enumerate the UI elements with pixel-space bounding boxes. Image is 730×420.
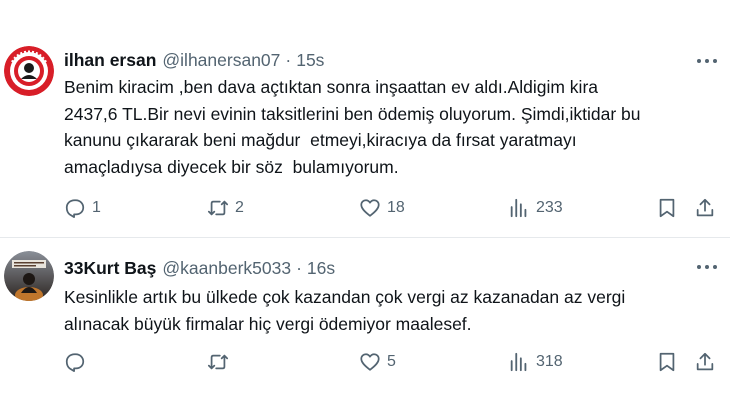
view-count: 233 bbox=[536, 199, 563, 216]
share-icon bbox=[696, 198, 714, 217]
tweet-header: ilhan ersan @ilhanersan07 · 15s bbox=[64, 50, 324, 71]
reply-count: 1 bbox=[92, 199, 101, 216]
share-button[interactable] bbox=[694, 350, 716, 374]
avatar[interactable] bbox=[4, 46, 54, 96]
handle[interactable]: @kaanberk5033 bbox=[162, 258, 291, 279]
more-icon[interactable] bbox=[696, 56, 718, 66]
retweet-button[interactable]: 2 bbox=[207, 196, 244, 220]
views-icon bbox=[510, 198, 527, 218]
like-button[interactable]: 5 bbox=[359, 350, 396, 374]
separator: · bbox=[285, 50, 292, 70]
retweet-icon bbox=[207, 200, 229, 216]
tweet-actions: 1 2 18 233 bbox=[64, 196, 718, 220]
more-icon[interactable] bbox=[696, 262, 718, 272]
like-button[interactable]: 18 bbox=[359, 196, 405, 220]
bookmark-button[interactable] bbox=[656, 350, 678, 374]
display-name[interactable]: ilhan ersan bbox=[64, 50, 156, 71]
reply-button[interactable]: 1 bbox=[64, 196, 101, 220]
separator: · bbox=[296, 258, 302, 278]
retweet-count: 2 bbox=[235, 199, 244, 216]
bookmark-icon bbox=[659, 352, 675, 372]
views-icon bbox=[510, 352, 527, 372]
handle[interactable]: @ilhanersan07 bbox=[162, 50, 280, 71]
reply-button[interactable] bbox=[64, 350, 92, 374]
tweet-actions: 5 318 bbox=[64, 350, 718, 374]
share-button[interactable] bbox=[694, 196, 716, 220]
like-count: 5 bbox=[387, 353, 396, 370]
bookmark-button[interactable] bbox=[656, 196, 678, 220]
reply-icon bbox=[65, 199, 85, 219]
tweet[interactable]: 33Kurt Baş @kaanberk5033 · 16s Kesinlikl… bbox=[0, 238, 730, 420]
display-name[interactable]: 33Kurt Baş bbox=[64, 258, 156, 279]
retweet-button[interactable] bbox=[207, 350, 235, 374]
tweet-text: Kesinlikle artık bu ülkede çok kazandan … bbox=[64, 287, 626, 334]
avatar[interactable] bbox=[4, 251, 54, 301]
tweet-text: Benim kiracim ,ben dava açtıktan sonra i… bbox=[64, 77, 641, 177]
views-button[interactable]: 233 bbox=[508, 196, 563, 220]
tweet-header: 33Kurt Baş @kaanberk5033 · 16s bbox=[64, 258, 335, 279]
share-icon bbox=[696, 352, 714, 371]
like-count: 18 bbox=[387, 199, 405, 216]
views-button[interactable]: 318 bbox=[508, 350, 563, 374]
reply-icon bbox=[65, 353, 85, 373]
timestamp[interactable]: 16s bbox=[307, 258, 335, 279]
like-icon bbox=[360, 353, 380, 371]
bookmark-icon bbox=[659, 198, 675, 218]
tweet[interactable]: ilhan ersan @ilhanersan07 · 15s Benim ki… bbox=[0, 0, 730, 238]
like-icon bbox=[360, 199, 380, 217]
timestamp[interactable]: 15s bbox=[296, 50, 324, 71]
retweet-icon bbox=[207, 354, 229, 370]
view-count: 318 bbox=[536, 353, 563, 370]
